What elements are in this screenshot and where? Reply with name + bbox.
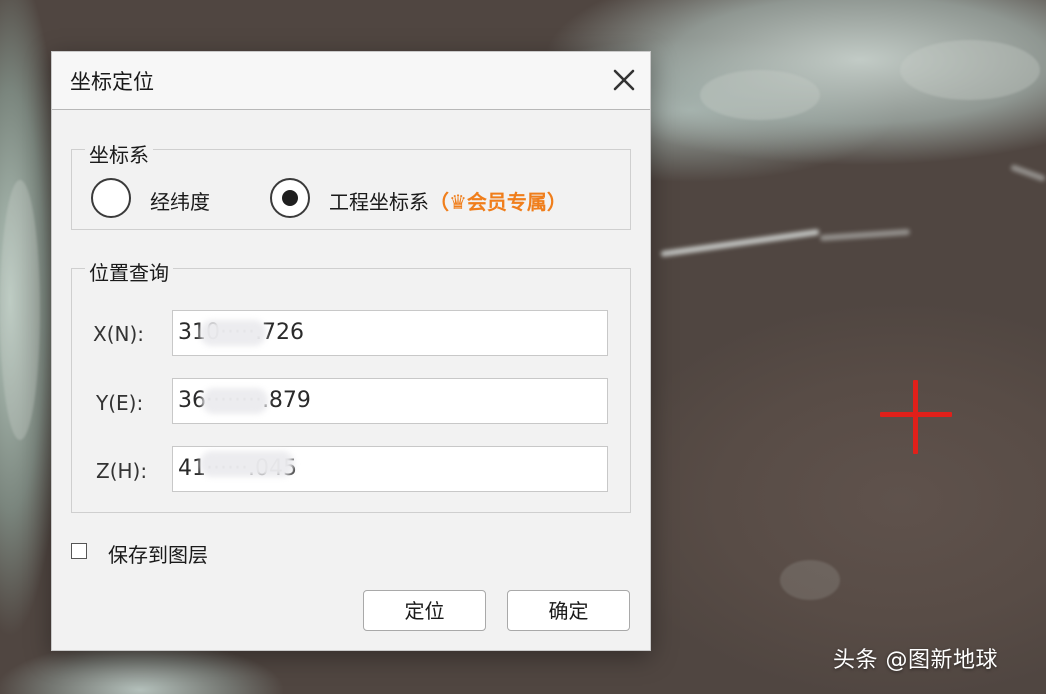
radio-label-lat-lon[interactable]: 经纬度 <box>150 186 210 215</box>
engineering-coords-text: 工程坐标系 <box>329 190 429 214</box>
close-button[interactable] <box>608 64 640 96</box>
z-coordinate-input[interactable]: 41······.045 <box>172 446 608 492</box>
confirm-button[interactable]: 确定 <box>507 590 630 631</box>
y-coordinate-input[interactable]: 36········.879 <box>172 378 608 424</box>
save-to-layer-checkbox[interactable] <box>71 543 87 559</box>
position-query-legend: 位置查询 <box>85 257 173 286</box>
y-coordinate-label: Y(E): <box>96 391 144 415</box>
x-coordinate-label: X(N): <box>93 322 145 346</box>
terrain-speck <box>900 40 1040 100</box>
terrain-ridge <box>819 228 911 242</box>
terrain-speck <box>0 180 40 440</box>
save-to-layer-label[interactable]: 保存到图层 <box>108 539 208 568</box>
watermark: 头条 @图新地球 <box>833 648 998 673</box>
terrain-speck <box>780 560 840 600</box>
radio-selected-dot <box>282 190 298 206</box>
member-only-badge: （♛会员专属） <box>429 190 567 214</box>
z-coordinate-label: Z(H): <box>96 459 148 483</box>
terrain-ridge <box>660 228 820 258</box>
radio-lat-lon[interactable] <box>91 178 131 218</box>
radio-engineering-coords[interactable] <box>270 178 310 218</box>
dialog-titlebar[interactable]: 坐标定位 <box>52 52 650 110</box>
x-coordinate-input[interactable]: 310·····.726 <box>172 310 608 356</box>
terrain-ridge <box>1010 164 1046 182</box>
coordinate-system-legend: 坐标系 <box>85 139 153 168</box>
terrain-speck <box>700 70 820 120</box>
radio-label-engineering-coords[interactable]: 工程坐标系（♛会员专属） <box>329 186 567 215</box>
locate-button[interactable]: 定位 <box>363 590 486 631</box>
dialog-title: 坐标定位 <box>70 70 154 94</box>
close-icon <box>613 69 635 91</box>
red-cross-icon <box>880 380 952 454</box>
